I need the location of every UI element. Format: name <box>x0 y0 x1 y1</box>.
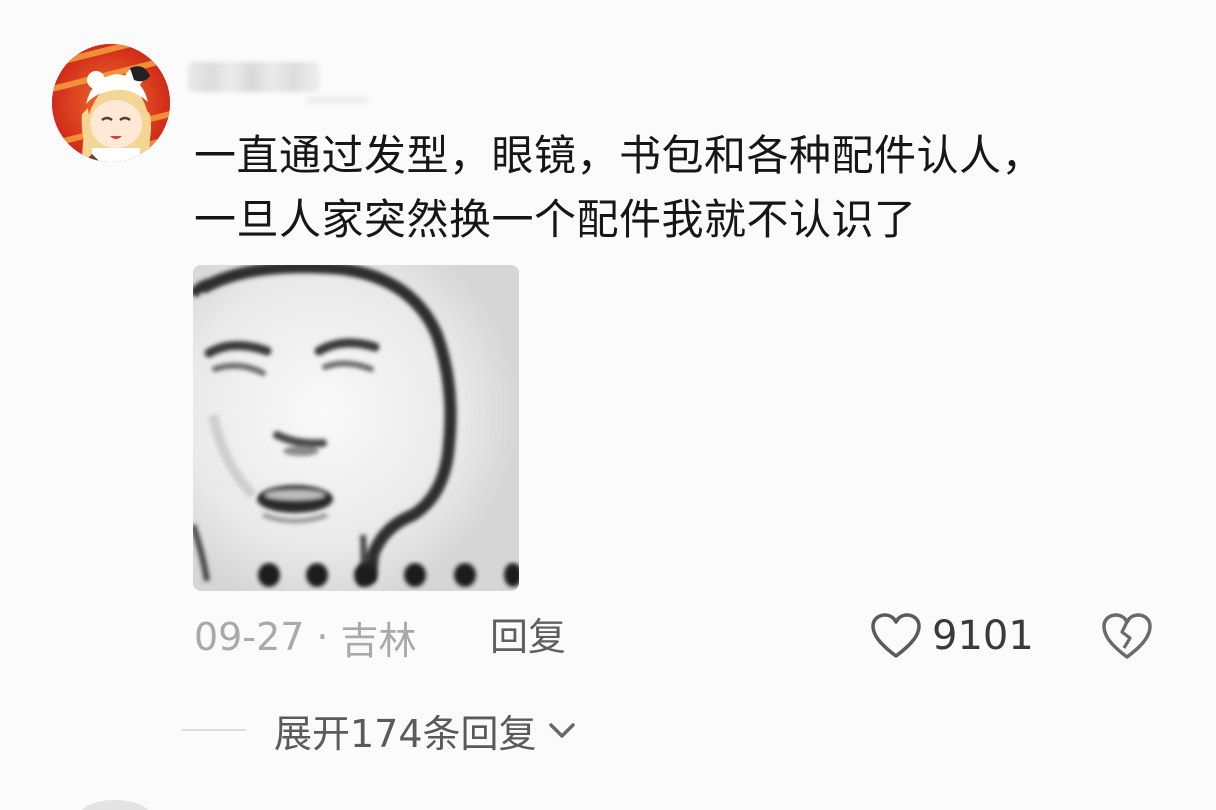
comment-text-line-1: 一直通过发型，眼镜，书包和各种配件认人， <box>194 131 1045 180</box>
meta-separator: · <box>316 615 329 659</box>
anime-girl-avatar-icon <box>52 44 170 162</box>
comment-text: 一直通过发型，眼镜，书包和各种配件认人， 一旦人家突然换一个配件我就不认识了 <box>194 124 1184 252</box>
next-comment-avatar[interactable] <box>80 800 150 810</box>
reply-button[interactable]: 回复 <box>490 612 566 662</box>
comment-meta: 09-27 · 吉林 <box>194 612 417 663</box>
chevron-down-icon[interactable] <box>545 713 579 747</box>
username-blur <box>188 62 320 92</box>
heart-outline-icon <box>871 613 921 658</box>
dislike-button[interactable] <box>1101 610 1153 662</box>
comment-page: 一直通过发型，眼镜，书包和各种配件认人， 一旦人家突然换一个配件我就不认识了 0… <box>0 0 1216 810</box>
comment-image[interactable] <box>193 265 519 591</box>
user-avatar[interactable] <box>52 44 170 162</box>
comment-text-line-2: 一旦人家突然换一个配件我就不认识了 <box>194 195 917 244</box>
broken-heart-icon <box>1102 613 1152 659</box>
comment-location: 吉林 <box>340 618 417 663</box>
comment-date: 09-27 <box>194 615 305 659</box>
expand-replies: 展开174条回复 <box>182 704 579 756</box>
like-button[interactable]: 9101 <box>870 608 1034 664</box>
expand-divider-line <box>182 729 246 731</box>
username[interactable] <box>186 50 368 104</box>
meme-face-image <box>193 265 519 591</box>
username-blur-tail <box>306 96 368 104</box>
like-count: 9101 <box>932 613 1034 659</box>
expand-replies-button[interactable]: 展开174条回复 <box>274 703 537 758</box>
